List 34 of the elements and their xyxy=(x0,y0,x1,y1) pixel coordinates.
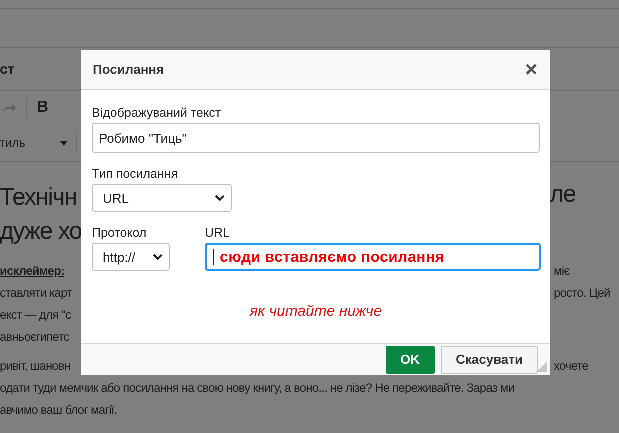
redo-icon[interactable] xyxy=(2,103,16,113)
field-label: URL xyxy=(205,226,232,240)
resize-grip-icon[interactable] xyxy=(537,362,547,372)
chevron-icon xyxy=(215,194,225,202)
close-icon[interactable] xyxy=(526,64,537,75)
url-field[interactable]: сюди вставляємо посилання xyxy=(205,243,541,271)
paragraph-text: авньоєгипетс xyxy=(0,329,70,346)
paragraph-text: ривіт, шановн xyxy=(0,358,72,375)
ok-button[interactable]: OK xyxy=(386,346,435,374)
display-text-field[interactable]: Робимо "Тиць" xyxy=(92,123,540,153)
page-title: ст xyxy=(0,61,15,77)
note-text: як читайте нижче xyxy=(248,303,384,320)
paragraph-text: исклеймер: xyxy=(0,263,66,280)
field-label: Протокол xyxy=(92,226,148,240)
chevron-icon xyxy=(153,254,163,260)
article-heading: Технічн xyxy=(0,183,78,213)
bold-button[interactable]: B xyxy=(37,99,49,117)
caret-icon xyxy=(60,140,68,146)
dropdown[interactable]: URL xyxy=(92,184,232,212)
article-heading: дуже хо xyxy=(0,217,80,247)
paragraph-text: авчимо ваш блог магії. xyxy=(0,402,118,419)
cancel-button[interactable]: Скасувати xyxy=(441,346,538,374)
field-label: Відображуваний текст xyxy=(92,106,222,120)
paragraph-text: міє xyxy=(553,263,571,280)
dialog-title: Посилання xyxy=(93,62,164,77)
paragraph-text: ставляти карт xyxy=(0,285,74,302)
paragraph-text: хочете xyxy=(553,358,590,375)
paragraph-text: екст — для "с xyxy=(0,307,72,324)
field-label: Тип посилання xyxy=(92,167,180,181)
paragraph-text: одати туди мемчик або посилання на свою нову книгу, а воно... не лізе? Не переживайте. Зараз ми xyxy=(0,380,516,397)
article-heading: ле xyxy=(550,180,577,210)
paragraph-text: росто. Цей xyxy=(553,285,612,302)
style-dropdown[interactable]: тиль xyxy=(0,136,60,150)
dropdown[interactable]: http:// xyxy=(92,243,170,271)
